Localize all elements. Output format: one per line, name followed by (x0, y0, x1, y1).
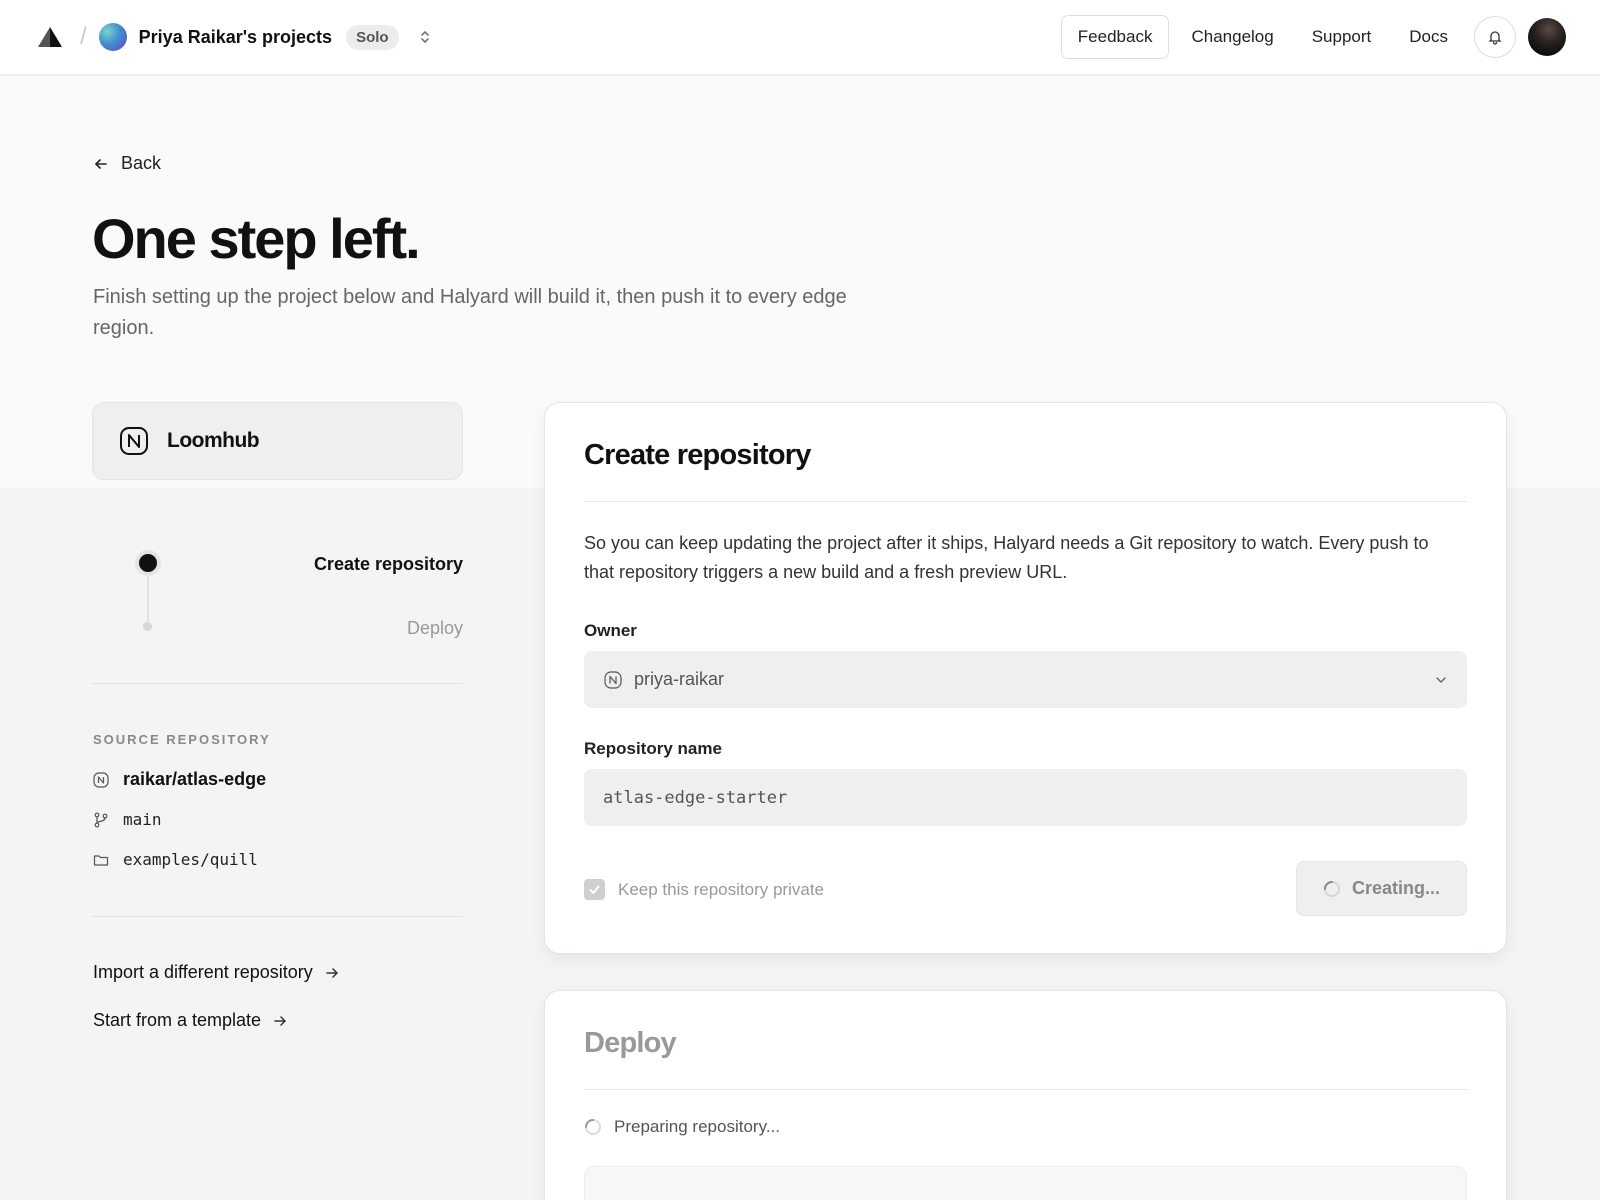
arrow-right-icon (274, 1015, 286, 1026)
create-button-label: Creating... (1351, 878, 1440, 898)
arrow-left-icon (95, 158, 107, 169)
deploy-card: Deploy Preparing repository... (544, 990, 1507, 1200)
create-repository-title: Create repository (584, 439, 811, 471)
git-branch-icon (94, 812, 108, 827)
team-avatar[interactable] (98, 23, 127, 51)
step-label-deploy: Deploy (406, 618, 463, 638)
step-indicator-active (139, 554, 157, 572)
checkmark-icon (589, 885, 600, 894)
user-avatar[interactable] (1528, 18, 1566, 56)
back-link[interactable]: Back (93, 153, 161, 174)
changelog-link[interactable]: Changelog (1175, 17, 1289, 57)
source-branch-row: main (93, 810, 162, 829)
private-repository-option[interactable]: Keep this repository private (584, 879, 824, 900)
chevron-down-icon (1436, 676, 1446, 683)
git-provider-icon (604, 670, 622, 689)
create-repository-card: Create repository So you can keep updati… (544, 402, 1507, 954)
repository-name-input[interactable]: atlas-edge-starter (584, 769, 1467, 826)
page-title: One step left. (92, 207, 421, 270)
support-link[interactable]: Support (1296, 17, 1388, 57)
step-label-create-repository: Create repository (313, 554, 463, 574)
deploy-title: Deploy (584, 1027, 677, 1059)
card-divider (584, 1089, 1467, 1090)
team-switcher-chevrons-icon[interactable] (419, 28, 433, 46)
plan-badge: Solo (346, 24, 399, 50)
start-template-label: Start from a template (93, 1010, 262, 1030)
build-log-panel (584, 1166, 1467, 1200)
halyard-logo-icon[interactable] (36, 25, 64, 49)
private-checkbox[interactable] (584, 879, 605, 900)
deploy-status: Preparing repository... (584, 1117, 780, 1137)
source-repo-row: raikar/atlas-edge (93, 769, 266, 790)
repository-name-label: Repository name (584, 739, 722, 758)
loading-spinner-icon (1323, 880, 1340, 897)
team-name[interactable]: Priya Raikar's projects (139, 27, 332, 48)
import-different-label: Import a different repository (93, 962, 313, 982)
deploy-status-text: Preparing repository... (614, 1117, 780, 1136)
page-subtitle: Finish setting up the project below and … (93, 286, 847, 339)
divider (92, 916, 463, 917)
import-different-repository-link[interactable]: Import a different repository (93, 962, 339, 983)
project-card: Loomhub (92, 402, 463, 480)
start-from-template-link[interactable]: Start from a template (93, 1010, 287, 1031)
framework-logo-icon (120, 427, 148, 455)
back-label: Back (121, 153, 162, 173)
source-repo-name[interactable]: raikar/atlas-edge (123, 769, 266, 790)
divider (92, 683, 463, 684)
docs-link[interactable]: Docs (1393, 17, 1464, 57)
create-repository-button[interactable]: Creating... (1296, 861, 1467, 916)
top-navbar: / Priya Raikar's projects Solo Feedback … (0, 0, 1600, 75)
breadcrumb-separator: / (80, 23, 87, 50)
folder-icon (93, 854, 109, 866)
owner-select[interactable]: priya-raikar (584, 651, 1467, 708)
source-branch: main (123, 810, 162, 829)
private-checkbox-label: Keep this repository private (618, 879, 824, 899)
owner-value: priya-raikar (634, 669, 725, 689)
source-directory-row: examples/quill (93, 850, 258, 869)
source-repository-heading: SOURCE REPOSITORY (93, 732, 271, 747)
create-repository-description: So you can keep updating the project aft… (584, 533, 1429, 582)
source-directory: examples/quill (123, 850, 258, 869)
notifications-bell-icon[interactable] (1474, 16, 1516, 58)
card-divider (584, 501, 1467, 502)
loading-spinner-icon (585, 1119, 601, 1135)
step-connector (147, 570, 149, 626)
feedback-button[interactable]: Feedback (1060, 15, 1170, 59)
owner-label: Owner (584, 621, 637, 640)
step-indicator-pending (143, 622, 152, 631)
nav-links: Feedback Changelog Support Docs (1055, 15, 1566, 59)
project-name: Loomhub (167, 429, 260, 452)
arrow-right-icon (326, 967, 338, 978)
git-provider-icon (93, 771, 109, 788)
